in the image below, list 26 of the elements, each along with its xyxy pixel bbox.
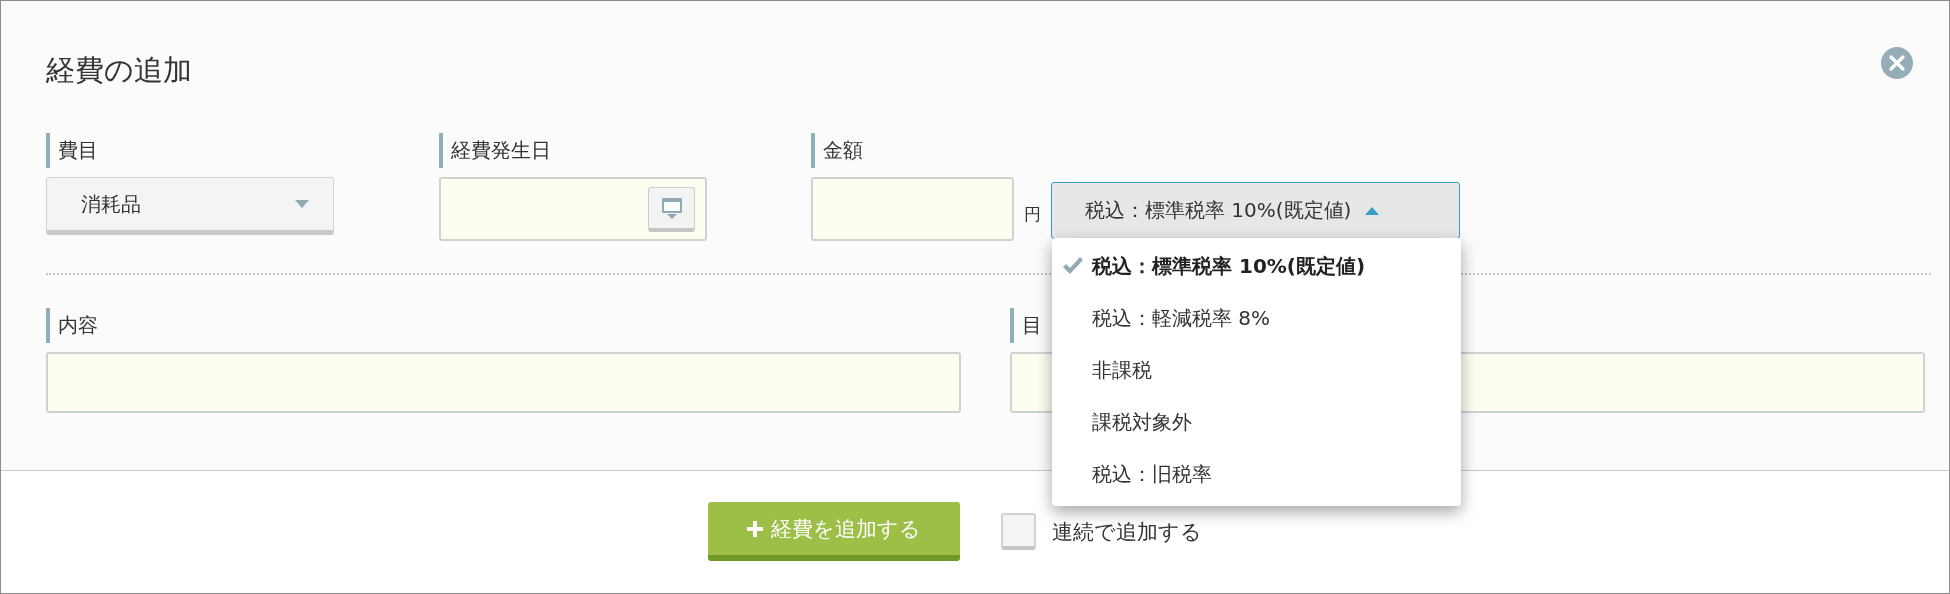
tax-option[interactable]: 税込：標準税率 10%(既定値) [1052,240,1461,292]
tax-option[interactable]: 課税対象外 [1052,396,1461,448]
plus-icon [747,520,763,537]
date-field[interactable] [439,177,707,241]
field-label: 内容 [46,308,98,343]
category-select[interactable]: 消耗品 [46,177,334,235]
caret-icon [295,200,309,208]
calendar-button[interactable] [648,186,695,232]
continuous-checkbox[interactable] [1001,513,1036,550]
calendar-icon [660,195,683,220]
caret-icon [1365,206,1380,215]
currency-unit: 円 [1024,203,1041,226]
close-icon[interactable] [1881,47,1913,79]
amount-field[interactable] [811,177,1014,241]
dialog-title: 経費の追加 [46,52,192,89]
checkbox-label: 連続で追加する [1052,518,1202,546]
check-icon [1062,256,1084,276]
tax-option[interactable]: 非課税 [1052,344,1461,396]
field-label: 費目 [46,133,98,168]
tax-select[interactable]: 税込：標準税率 10%(既定値) [1051,182,1460,239]
field-label: 金額 [811,133,863,168]
field-label: 経費発生日 [439,133,551,168]
tax-option[interactable]: 税込：旧税率 [1052,448,1461,500]
text-field[interactable] [46,352,961,413]
field-label: 目 [1010,308,1042,343]
tax-option[interactable]: 税込：軽減税率 8% [1052,292,1461,344]
